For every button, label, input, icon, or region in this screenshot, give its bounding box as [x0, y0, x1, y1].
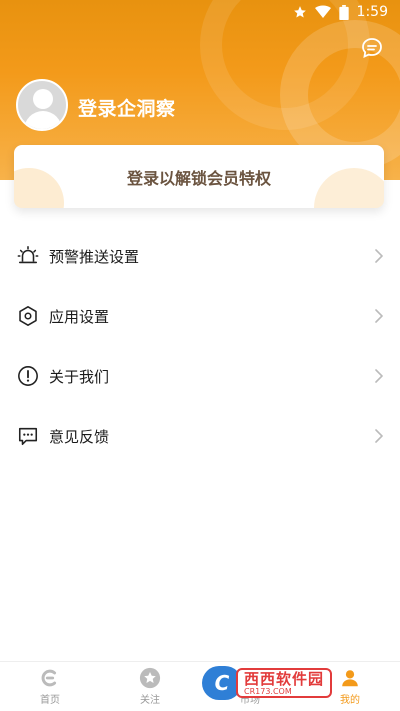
status-time: 1:59 [356, 4, 388, 20]
site-watermark: C 西西软件园 CR173.COM [202, 664, 380, 702]
menu-item-feedback[interactable]: 意见反馈 [0, 406, 400, 466]
star-status-icon [293, 6, 306, 18]
menu-item-alert-push[interactable]: 预警推送设置 [0, 226, 400, 286]
chevron-right-icon [375, 309, 383, 323]
hexagon-gear-icon [16, 304, 40, 328]
chevron-right-icon [375, 249, 383, 263]
avatar-body [24, 111, 62, 129]
tab-follow[interactable]: 关注 [100, 662, 200, 711]
avatar[interactable] [16, 79, 68, 131]
watermark-box: 西西软件园 CR173.COM [236, 668, 333, 698]
card-decoration [314, 168, 384, 208]
menu-item-label: 预警推送设置 [49, 247, 140, 266]
status-bar: 1:59 [0, 0, 400, 24]
home-logo-icon [41, 669, 57, 687]
vip-unlock-card[interactable]: 登录以解锁会员特权 [14, 145, 384, 208]
avatar-head [33, 89, 53, 109]
vip-unlock-text: 登录以解锁会员特权 [126, 168, 271, 188]
chat-bubble-icon [16, 424, 40, 448]
watermark-url: CR173.COM [244, 686, 292, 696]
menu-item-label: 意见反馈 [49, 427, 110, 446]
chevron-right-icon [375, 369, 383, 383]
star-icon [139, 667, 161, 689]
message-button[interactable] [360, 36, 384, 60]
tab-label: 首页 [40, 695, 60, 706]
menu-item-label: 关于我们 [49, 367, 110, 386]
watermark-title: 西西软件园 [244, 669, 325, 688]
tab-label: 关注 [140, 695, 160, 706]
menu-item-app-settings[interactable]: 应用设置 [0, 286, 400, 346]
chevron-right-icon [375, 429, 383, 443]
login-title[interactable]: 登录企洞察 [78, 94, 176, 121]
exclamation-circle-icon [16, 364, 40, 388]
message-icon [362, 38, 382, 58]
menu-item-label: 应用设置 [49, 307, 110, 326]
settings-menu: 预警推送设置 应用设置 关于我们 意见反馈 [0, 226, 400, 466]
battery-icon [338, 4, 349, 20]
tab-home[interactable]: 首页 [0, 662, 100, 711]
menu-item-about-us[interactable]: 关于我们 [0, 346, 400, 406]
alarm-icon [16, 244, 40, 268]
card-decoration [14, 168, 64, 208]
wifi-icon [314, 5, 331, 18]
